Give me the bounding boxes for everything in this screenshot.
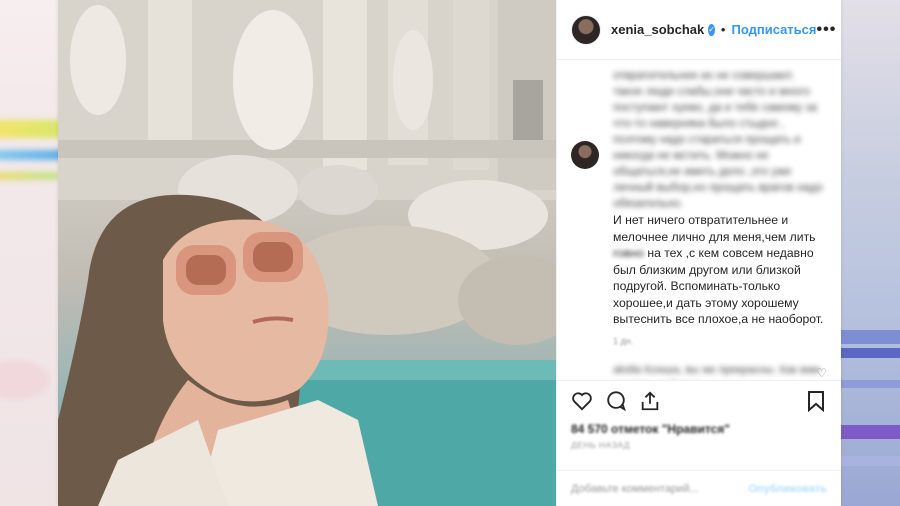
post-side-panel: xenia_sobchak ✓ • Подписаться ••• отврат… bbox=[556, 0, 841, 506]
action-bar bbox=[557, 380, 841, 420]
reply-comment: akslla Ксюша, вы же прекрасны. Как вам у… bbox=[571, 362, 827, 381]
caption-blurred-text: отвратительнее их не совершают. такое лю… bbox=[613, 70, 823, 210]
bookmark-icon[interactable] bbox=[803, 388, 829, 414]
author-username[interactable]: xenia_sobchak bbox=[611, 22, 704, 37]
reply-text: akslla Ксюша, вы же прекрасны. Как вам у… bbox=[613, 363, 820, 381]
share-icon[interactable] bbox=[637, 388, 663, 414]
publish-button[interactable]: Опубликовать bbox=[748, 483, 827, 495]
trevi-fountain-selfie-image bbox=[58, 0, 556, 506]
more-options-icon[interactable]: ••• bbox=[817, 21, 837, 39]
heart-icon[interactable] bbox=[569, 388, 595, 414]
comment-icon[interactable] bbox=[603, 388, 629, 414]
instagram-post: xenia_sobchak ✓ • Подписаться ••• отврат… bbox=[58, 0, 841, 506]
post-photo[interactable] bbox=[58, 0, 556, 506]
add-comment-bar: Добавьте комментарий... Опубликовать bbox=[557, 470, 841, 506]
tv-background-right bbox=[838, 0, 900, 506]
tv-background-left bbox=[0, 0, 60, 506]
author-avatar[interactable] bbox=[571, 14, 601, 45]
comment-input[interactable]: Добавьте комментарий... bbox=[571, 483, 699, 495]
caption-text: И нет ничего отвратительнее и мелочнее л… bbox=[613, 212, 827, 328]
caption-text-part1: И нет ничего отвратительнее и мелочнее л… bbox=[613, 213, 816, 244]
caption-body: отвратительнее их не совершают. такое лю… bbox=[571, 68, 827, 346]
caption-comment: отвратительнее их не совершают. такое лю… bbox=[571, 68, 827, 346]
likes-count[interactable]: 84 570 отметок "Нравится" bbox=[557, 420, 841, 436]
caption-text-part2: на тех ,с кем совсем недавно был близким… bbox=[613, 246, 824, 326]
post-header: xenia_sobchak ✓ • Подписаться ••• bbox=[557, 0, 841, 60]
caption-time: 1 дн. bbox=[613, 335, 634, 346]
caption-blurred-word: говно bbox=[613, 246, 644, 260]
caption-avatar[interactable] bbox=[571, 141, 599, 169]
separator-dot: • bbox=[720, 22, 726, 37]
small-heart-icon[interactable]: ♡ bbox=[816, 366, 827, 380]
post-date: ДЕНЬ НАЗАД bbox=[571, 440, 631, 450]
verified-badge-icon: ✓ bbox=[708, 23, 715, 36]
follow-button[interactable]: Подписаться bbox=[731, 22, 816, 37]
comments-section[interactable]: отвратительнее их не совершают. такое лю… bbox=[557, 60, 841, 380]
